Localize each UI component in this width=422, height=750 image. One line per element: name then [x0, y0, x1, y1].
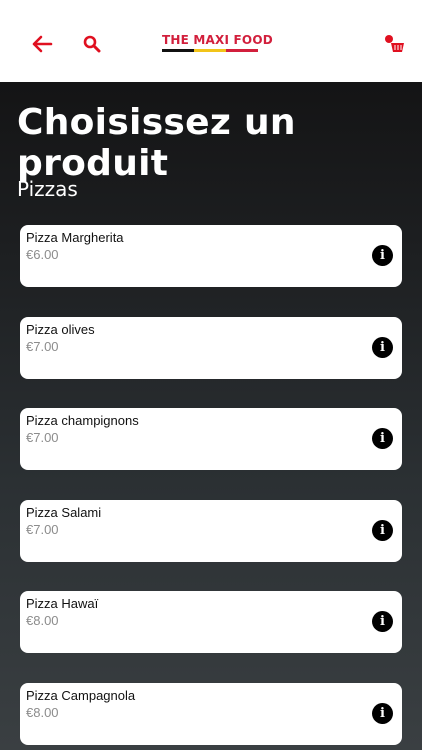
back-button[interactable]: [26, 28, 58, 60]
product-price: €8.00: [26, 705, 59, 720]
product-list-screen[interactable]: Choisissez un produit Pizzas Pizza Margh…: [0, 82, 422, 750]
app-header: THE MAXI FOOD: [0, 0, 422, 82]
product-price: €7.00: [26, 522, 59, 537]
product-price: €6.00: [26, 247, 59, 262]
product-card[interactable]: Pizza Salami €7.00 i: [20, 500, 402, 562]
product-name: Pizza Salami: [26, 505, 102, 520]
product-card[interactable]: Pizza Campagnola €8.00 i: [20, 683, 402, 745]
info-icon[interactable]: i: [372, 337, 393, 358]
section-title: Pizzas: [17, 177, 78, 201]
product-name: Pizza Margherita: [26, 230, 124, 245]
product-card[interactable]: Pizza Hawaï €8.00 i: [20, 591, 402, 653]
info-icon[interactable]: i: [372, 245, 393, 266]
product-card[interactable]: Pizza Margherita €6.00 i: [20, 225, 402, 287]
brand-logo[interactable]: THE MAXI FOOD: [162, 33, 273, 53]
info-icon[interactable]: i: [372, 703, 393, 724]
product-name: Pizza Hawaï: [26, 596, 99, 611]
back-arrow-icon: [32, 35, 53, 53]
search-button[interactable]: [76, 28, 108, 60]
cart-button[interactable]: [378, 28, 410, 60]
product-price: €7.00: [26, 339, 59, 354]
product-price: €7.00: [26, 430, 59, 445]
logo-stripe: [162, 49, 258, 52]
search-icon: [83, 35, 101, 53]
logo-text: THE MAXI FOOD: [162, 33, 273, 47]
product-price: €8.00: [26, 613, 59, 628]
product-card[interactable]: Pizza champignons €7.00 i: [20, 408, 402, 470]
product-name: Pizza champignons: [26, 413, 139, 428]
info-icon[interactable]: i: [372, 611, 393, 632]
product-name: Pizza Campagnola: [26, 688, 136, 703]
product-name: Pizza olives: [26, 322, 95, 337]
info-icon[interactable]: i: [372, 520, 393, 541]
info-icon[interactable]: i: [372, 428, 393, 449]
cart-icon: [385, 35, 404, 52]
product-card[interactable]: Pizza olives €7.00 i: [20, 317, 402, 379]
page-title: Choisissez un produit: [17, 102, 296, 184]
